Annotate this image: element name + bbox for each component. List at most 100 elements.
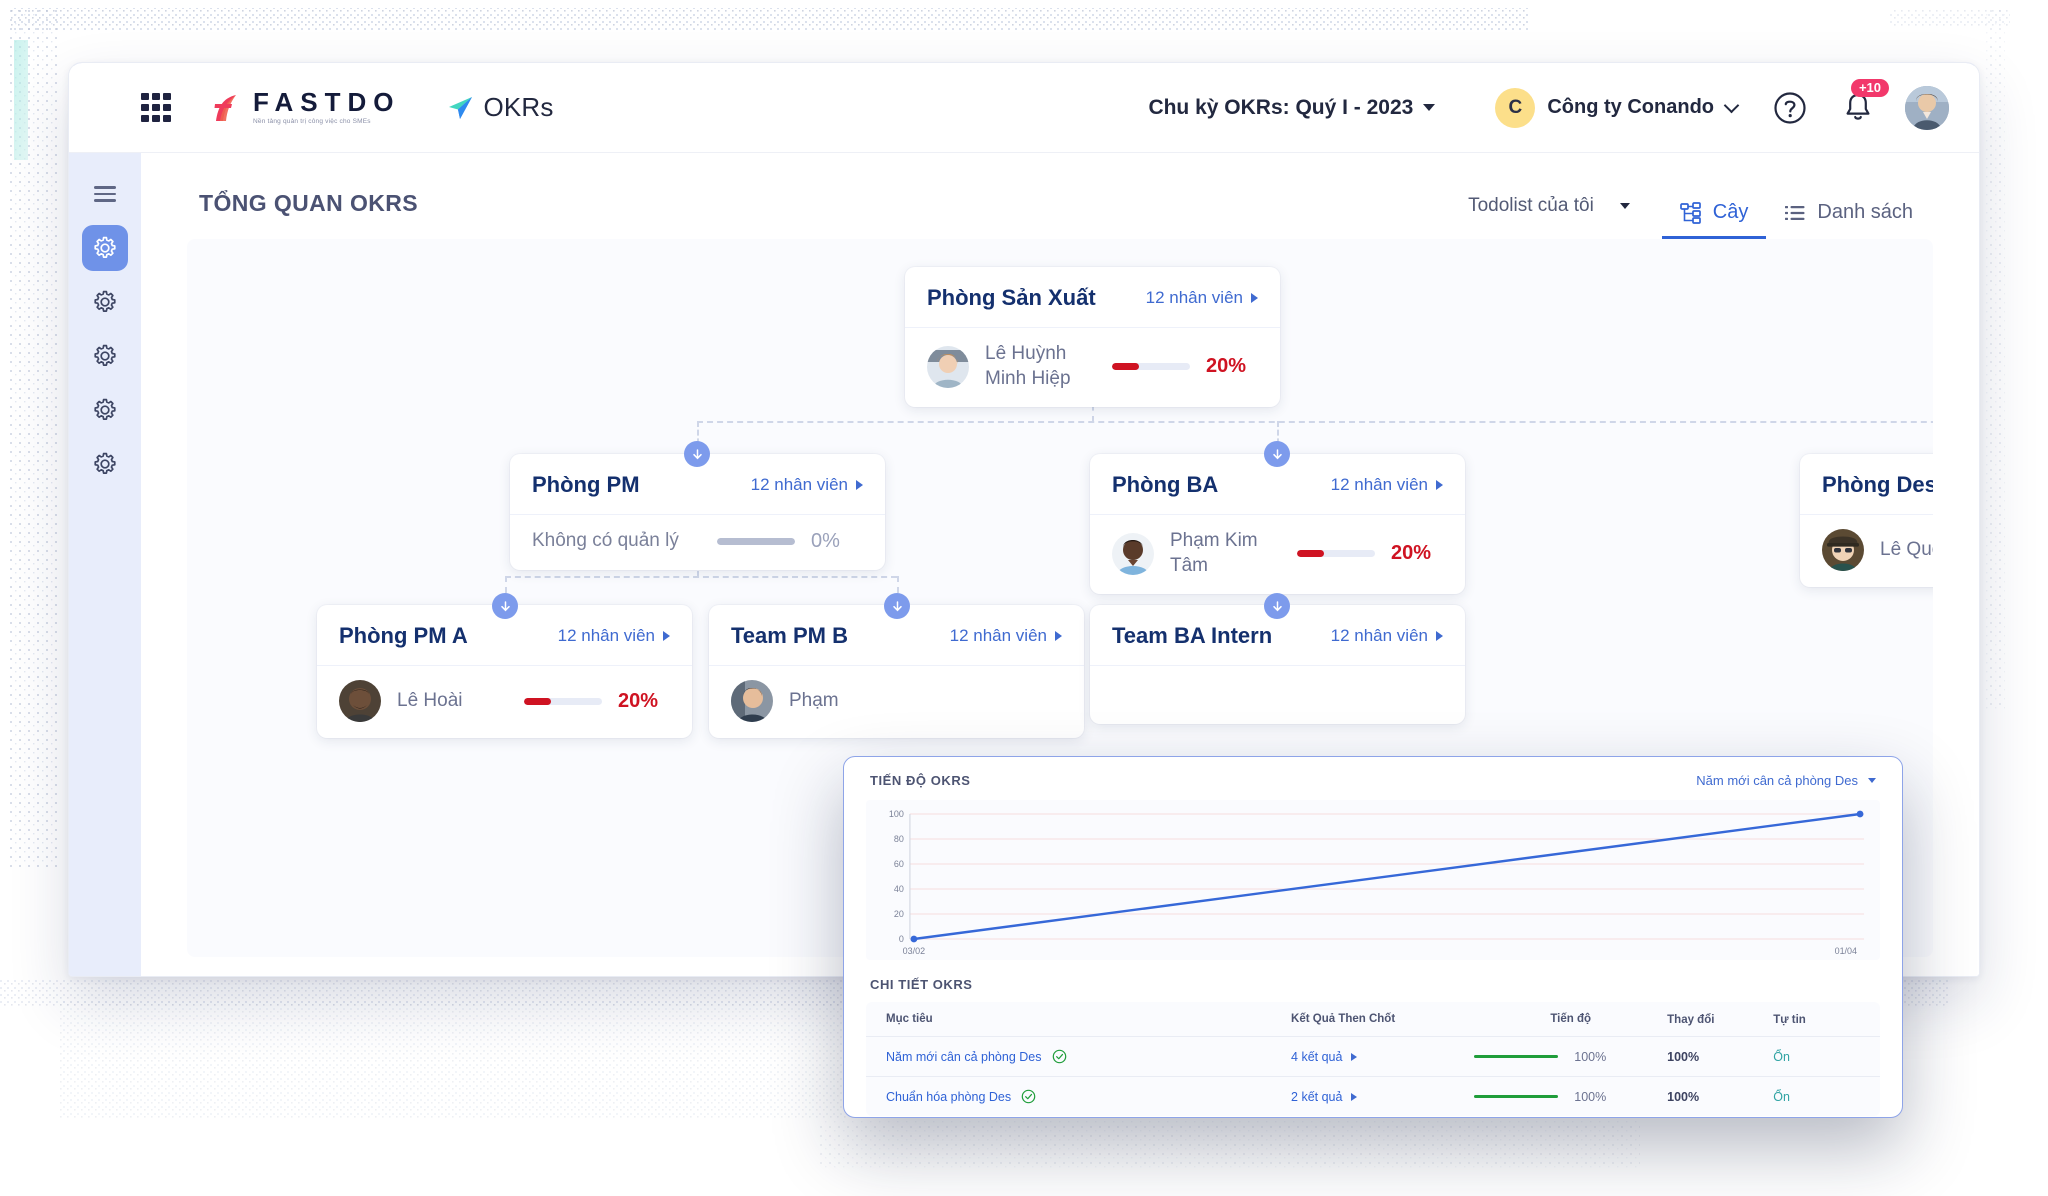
- node-title: Team PM B: [731, 623, 848, 648]
- todolist-label: Todolist của tôi: [1468, 195, 1594, 216]
- node-employee-count[interactable]: 12 nhân viên: [1331, 626, 1443, 646]
- okr-filter-dropdown[interactable]: Năm mới cân cả phòng Des: [1696, 773, 1876, 788]
- sidebar-item-5[interactable]: [82, 441, 128, 487]
- okr-detail-table: Mục tiêu Kết Quả Then Chốt Tiến độ Thay …: [866, 1002, 1880, 1116]
- gear-icon: [94, 290, 116, 312]
- expand-node-pm-a[interactable]: [492, 593, 518, 619]
- expand-node-pm-b[interactable]: [884, 593, 910, 619]
- tree-node-pm[interactable]: Phòng PM 12 nhân viên Không có quản lý 0…: [510, 454, 885, 570]
- fastdo-logo[interactable]: FASTDO Nền tảng quản trị công việc cho S…: [209, 89, 400, 126]
- tree-node-pm-b[interactable]: Team PM B 12 nhân viên Phạm: [709, 605, 1084, 738]
- okr-cycle-label: Chu kỳ OKRs: Quý I - 2023: [1148, 95, 1414, 119]
- node-employee-count-label: 12 nhân viên: [949, 626, 1047, 645]
- svg-text:80: 80: [894, 834, 904, 844]
- node-employee-count-label: 12 nhân viên: [557, 626, 655, 645]
- tree-node-pm-a[interactable]: Phòng PM A 12 nhân viên Lê Hoài 20%: [317, 605, 692, 738]
- node-employee-count[interactable]: 12 nhân viên: [751, 475, 863, 495]
- node-body: Lê Quốc Việt: [1800, 515, 1933, 587]
- check-circle-icon: [1021, 1089, 1036, 1104]
- view-tabs: Cây Danh sách: [1661, 201, 1931, 239]
- row-objective[interactable]: Chuẩn hóa phòng Des: [886, 1090, 1011, 1104]
- row-key-results[interactable]: 4 kết quả: [1291, 1050, 1342, 1064]
- column-header-objective: Mục tiêu: [886, 1013, 933, 1025]
- node-employee-count[interactable]: 12 nhân viên: [1331, 475, 1443, 495]
- svg-text:40: 40: [894, 884, 904, 894]
- check-circle-icon: [1052, 1049, 1066, 1064]
- todolist-filter[interactable]: Todolist của tôi: [1468, 195, 1640, 217]
- column-header-change: Thay đổi: [1667, 1014, 1715, 1026]
- tab-list[interactable]: Danh sách: [1766, 201, 1931, 239]
- fastdo-mark-icon: [209, 91, 243, 125]
- avatar: [731, 680, 773, 722]
- arrow-down-icon: [692, 448, 702, 459]
- help-button[interactable]: [1773, 91, 1807, 125]
- table-row[interactable]: Năm mới cân cả phòng Des 4 kết quả 100% …: [866, 1036, 1880, 1076]
- expand-node-pm[interactable]: [684, 441, 710, 467]
- chevron-right-icon: [1351, 1092, 1358, 1101]
- node-header: Phòng Sản Xuất 12 nhân viên: [905, 267, 1280, 328]
- table-caption-row: CHI TIẾT OKRS: [844, 960, 1902, 1002]
- node-progress: 0%: [717, 530, 863, 553]
- node-manager-name: Phạm Kim Tâm: [1170, 530, 1258, 576]
- tree-node-design[interactable]: Phòng Design Lê Quốc Việt: [1800, 454, 1933, 587]
- arrow-down-icon: [1272, 600, 1282, 611]
- svg-text:0: 0: [899, 934, 904, 944]
- org-tree-icon: [1679, 201, 1701, 224]
- row-objective[interactable]: Năm mới cân cả phòng Des: [886, 1050, 1042, 1064]
- chart-point-end: [1856, 810, 1864, 818]
- node-employee-count[interactable]: 12 nhân viên: [950, 626, 1062, 646]
- node-manager-name: Lê Quốc Việt: [1880, 538, 1933, 560]
- sidebar-item-3[interactable]: [82, 333, 128, 379]
- tab-list-label: Danh sách: [1817, 201, 1913, 223]
- notifications-button[interactable]: +10: [1843, 78, 1889, 125]
- chart-x-tick-1: 01/04: [1835, 946, 1857, 956]
- sidebar-item-2[interactable]: [82, 279, 128, 325]
- table-header-row: Mục tiêu Kết Quả Then Chốt Tiến độ Thay …: [866, 1002, 1880, 1036]
- node-employee-count[interactable]: 12 nhân viên: [558, 626, 670, 646]
- node-manager-name: Không có quản lý: [532, 530, 679, 551]
- gear-icon: [94, 236, 116, 258]
- company-selector[interactable]: C Công ty Conando: [1495, 87, 1740, 128]
- node-progress: 20%: [1112, 355, 1258, 378]
- sidebar-item-1[interactable]: [82, 225, 128, 271]
- paper-plane-icon: [449, 96, 473, 119]
- okr-progress-chart: 100 80 60 40 20 0 03/02 01/04: [866, 800, 1880, 960]
- apps-grid-icon[interactable]: [141, 92, 171, 123]
- brand-name: FASTDO: [253, 87, 401, 118]
- chart-svg: 100 80 60 40 20 0 03/02 01/04: [889, 809, 1865, 956]
- table-row[interactable]: Chuẩn hóa phòng Des 2 kết quả 100% 100% …: [866, 1076, 1880, 1116]
- sidebar-menu-toggle[interactable]: [82, 171, 128, 217]
- top-bar: FASTDO Nền tảng quản trị công việc cho S…: [69, 63, 1979, 153]
- node-header: Phòng Design: [1800, 454, 1933, 515]
- tree-node-ba-intern[interactable]: Team BA Intern 12 nhân viên: [1090, 605, 1465, 724]
- sidebar-item-4[interactable]: [82, 387, 128, 433]
- chevron-right-icon: [856, 480, 863, 490]
- node-manager-name: Lê Hoài: [397, 689, 463, 711]
- node-progress: 20%: [524, 690, 670, 713]
- row-progress-bar: [1474, 1094, 1559, 1099]
- node-manager-name: Lê Huỳnh Minh Hiệp: [985, 343, 1071, 389]
- node-employee-count[interactable]: 12 nhân viên: [1146, 288, 1258, 308]
- chevron-right-icon: [1055, 631, 1062, 641]
- tree-node-san-xuat[interactable]: Phòng Sản Xuất 12 nhân viên Lê Huỳnh Min…: [905, 267, 1280, 408]
- gear-icon: [94, 398, 116, 420]
- progress-bar: [524, 697, 602, 705]
- row-change: 100%: [1667, 1089, 1700, 1104]
- okrs-product-link[interactable]: OKRs: [446, 92, 553, 123]
- expand-node-ba[interactable]: [1264, 441, 1290, 467]
- okr-cycle-selector[interactable]: Chu kỳ OKRs: Quý I - 2023: [1142, 88, 1441, 128]
- expand-node-ba-intern[interactable]: [1264, 593, 1290, 619]
- gear-icon: [94, 344, 116, 366]
- node-title: Team BA Intern: [1112, 623, 1273, 648]
- user-avatar[interactable]: [1905, 85, 1949, 130]
- chevron-down-icon: [1723, 97, 1740, 113]
- progress-bar: [1112, 363, 1190, 371]
- svg-text:20: 20: [894, 909, 904, 919]
- chart-point-start: [910, 935, 918, 943]
- tree-node-ba[interactable]: Phòng BA 12 nhân viên Phạm Kim Tâm 20%: [1090, 454, 1465, 595]
- row-key-results[interactable]: 2 kết quả: [1291, 1090, 1342, 1104]
- avatar: [339, 680, 381, 722]
- content-header-right: Todolist của tôi Cây Danh sách: [1468, 195, 1931, 239]
- tab-tree[interactable]: Cây: [1661, 201, 1767, 239]
- node-body: [1090, 666, 1465, 724]
